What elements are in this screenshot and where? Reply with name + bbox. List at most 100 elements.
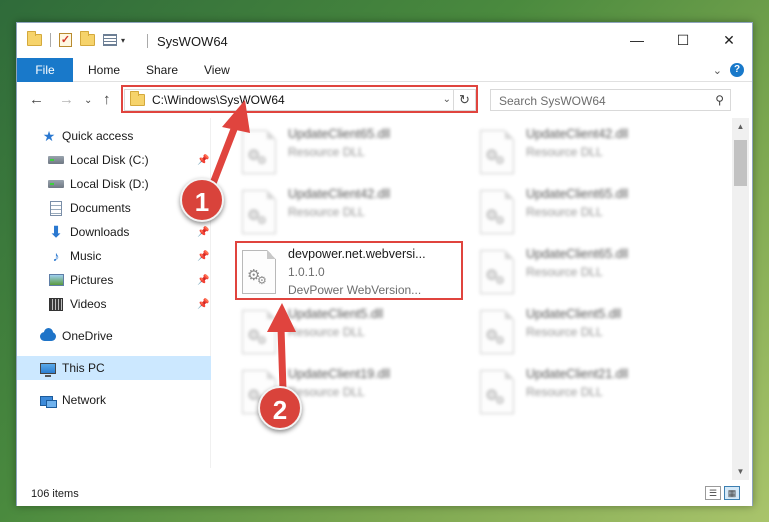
star-icon: ★ <box>42 127 56 144</box>
pictures-icon <box>48 272 64 288</box>
window-title: SysWOW64 <box>157 34 228 49</box>
pin-icon[interactable]: 📌 <box>197 251 209 262</box>
new-folder-icon[interactable] <box>80 31 95 46</box>
view-toggle: ☰ ▦ <box>705 486 740 500</box>
scroll-down-icon[interactable]: ▼ <box>732 463 749 480</box>
sidebar-item-music[interactable]: ♪ Music 📌 <box>17 245 211 267</box>
dll-file-icon: ⚙⚙ <box>242 310 276 354</box>
tab-home[interactable]: Home <box>88 58 120 82</box>
network-icon <box>40 392 57 408</box>
sidebar-item-label: Local Disk (D:) <box>70 177 149 191</box>
sidebar-item-local-disk-c[interactable]: Local Disk (C:) 📌 <box>17 149 211 171</box>
step-2-badge: 2 <box>258 386 302 430</box>
tab-share[interactable]: Share <box>146 58 178 82</box>
sidebar-item-quick-access[interactable]: ★ Quick access <box>17 125 211 147</box>
status-bar: 106 items ☰ ▦ <box>17 481 752 506</box>
dll-file-icon: ⚙⚙ <box>480 250 514 294</box>
file-item[interactable]: ⚙ ⚙ UpdateClient5.dll Resource DLL <box>474 304 699 364</box>
minimize-button[interactable]: — <box>614 23 660 57</box>
sidebar-item-network[interactable]: Network <box>17 389 211 411</box>
sidebar-item-label: Videos <box>70 297 107 311</box>
dll-file-icon: ⚙⚙ <box>480 190 514 234</box>
dll-file-icon: ⚙⚙ <box>480 130 514 174</box>
recent-locations-button[interactable]: ⌄ <box>84 95 92 106</box>
help-icon[interactable]: ? <box>730 63 744 77</box>
folder-icon <box>27 31 42 46</box>
window-controls: — ☐ ✕ <box>614 23 752 57</box>
pin-icon[interactable]: 📌 <box>197 299 209 310</box>
item-count: 106 items <box>31 488 79 500</box>
vertical-scrollbar[interactable]: ▲ ▼ <box>732 118 749 480</box>
file-item[interactable]: ⚙ ⚙ UpdateClient65.dll Resource DLL <box>474 184 699 244</box>
back-button[interactable]: ← <box>29 91 44 108</box>
sidebar-item-label: Music <box>70 249 102 263</box>
sidebar-item-onedrive[interactable]: OneDrive <box>17 325 211 347</box>
scroll-up-icon[interactable]: ▲ <box>732 118 749 135</box>
details-view-icon[interactable]: ☰ <box>705 486 721 500</box>
dll-file-icon: ⚙⚙ <box>242 130 276 174</box>
sidebar-item-downloads[interactable]: ⬇ Downloads 📌 <box>17 221 211 243</box>
sidebar-item-label: OneDrive <box>62 329 113 343</box>
pin-icon[interactable]: 📌 <box>197 227 209 238</box>
sidebar-item-videos[interactable]: Videos 📌 <box>17 293 211 315</box>
file-name: UpdateClient65.dll <box>288 127 391 141</box>
file-name: UpdateClient19.dll <box>288 367 391 381</box>
forward-button[interactable]: → <box>59 91 74 108</box>
sidebar-item-this-pc[interactable]: This PC <box>17 356 211 380</box>
pin-icon[interactable]: 📌 <box>197 155 209 166</box>
maximize-button[interactable]: ☐ <box>660 23 706 57</box>
sidebar-item-label: Network <box>62 393 107 407</box>
toolbar-dropdown-icon[interactable]: ▾ <box>121 36 125 45</box>
ribbon-right-controls: ⌄ ? <box>713 63 744 77</box>
onedrive-icon <box>40 327 56 344</box>
navigation-pane: ★ Quick access Local Disk (C:) 📌 Local D… <box>17 118 211 468</box>
tab-view[interactable]: View <box>204 58 230 82</box>
sidebar-item-label: Documents <box>70 201 131 215</box>
file-item[interactable]: ⚙ ⚙ UpdateClient42.dll Resource DLL <box>236 184 461 244</box>
file-item[interactable]: ⚙ ⚙ UpdateClient65.dll Resource DLL <box>474 244 699 304</box>
title-divider <box>147 34 148 48</box>
videos-icon <box>48 296 64 312</box>
search-icon[interactable]: ⚲ <box>715 93 724 107</box>
customize-toolbar-icon[interactable] <box>103 34 117 46</box>
file-highlight <box>235 241 463 300</box>
dll-file-icon: ⚙⚙ <box>480 310 514 354</box>
file-name: UpdateClient5.dll <box>526 307 622 321</box>
file-description: Resource DLL <box>526 145 603 159</box>
step-1-badge: 1 <box>180 178 224 222</box>
file-item[interactable]: ⚙ ⚙ UpdateClient21.dll Resource DLL <box>474 364 699 424</box>
file-name: UpdateClient5.dll <box>288 307 384 321</box>
downloads-icon: ⬇ <box>49 224 63 241</box>
dll-file-icon: ⚙⚙ <box>480 370 514 414</box>
properties-check-icon[interactable]: ✓ <box>59 33 72 47</box>
file-description: Resource DLL <box>526 265 603 279</box>
drive-icon <box>48 152 64 168</box>
tiles-view-icon[interactable]: ▦ <box>724 486 740 500</box>
file-description: Resource DLL <box>288 205 365 219</box>
tab-file[interactable]: File <box>17 58 73 82</box>
file-description: Resource DLL <box>526 325 603 339</box>
file-name: UpdateClient65.dll <box>526 187 629 201</box>
file-description: Resource DLL <box>288 325 365 339</box>
file-name: UpdateClient21.dll <box>526 367 629 381</box>
sidebar-item-pictures[interactable]: Pictures 📌 <box>17 269 211 291</box>
music-icon: ♪ <box>52 248 60 264</box>
address-bar-highlight <box>121 85 478 113</box>
ribbon-tabs: File Home Share View ⌄ ? <box>17 58 752 82</box>
file-item[interactable]: ⚙ ⚙ UpdateClient65.dll Resource DLL <box>236 124 461 184</box>
sidebar-item-label: Quick access <box>62 129 134 143</box>
file-item[interactable]: ⚙ ⚙ UpdateClient5.dll Resource DLL <box>236 304 461 364</box>
this-pc-icon <box>40 360 56 377</box>
dll-file-icon: ⚙⚙ <box>242 190 276 234</box>
pin-icon[interactable]: 📌 <box>197 275 209 286</box>
sidebar-item-label: Local Disk (C:) <box>70 153 149 167</box>
toolbar-divider <box>50 33 51 47</box>
up-button[interactable]: ↑ <box>103 91 111 108</box>
close-button[interactable]: ✕ <box>706 23 752 57</box>
expand-ribbon-icon[interactable]: ⌄ <box>713 64 722 77</box>
file-item[interactable]: ⚙ ⚙ UpdateClient42.dll Resource DLL <box>474 124 699 184</box>
scroll-thumb[interactable] <box>734 140 747 186</box>
search-placeholder: Search SysWOW64 <box>499 94 606 108</box>
file-name: UpdateClient65.dll <box>526 247 629 261</box>
search-input[interactable]: Search SysWOW64 ⚲ <box>490 89 731 111</box>
